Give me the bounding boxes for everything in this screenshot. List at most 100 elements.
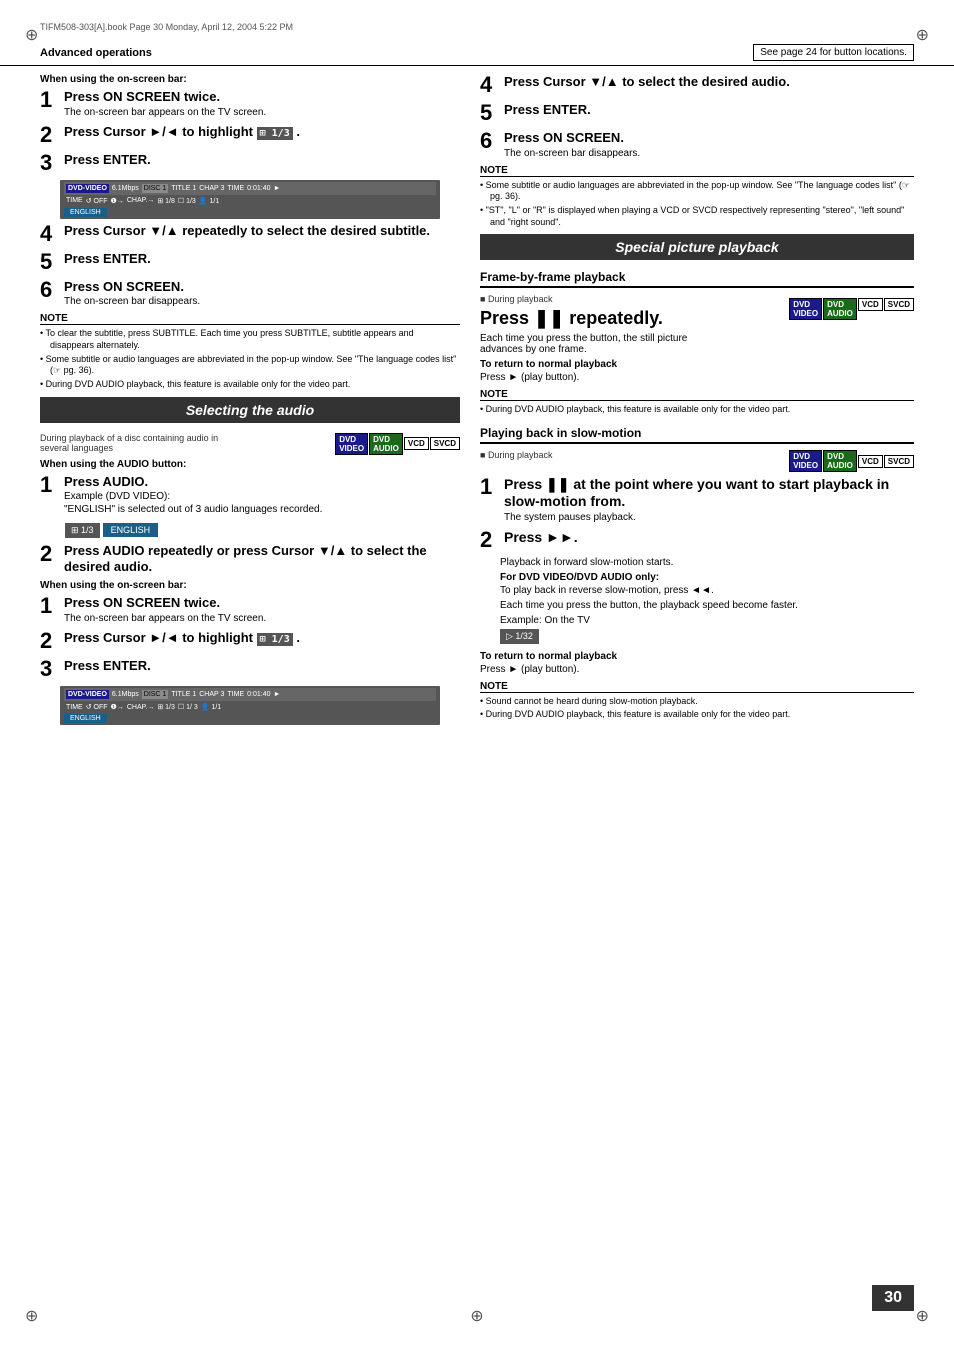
os2-step-3: 3 Press ENTER. (40, 658, 460, 680)
section-title: Advanced operations (40, 47, 152, 59)
subtitle-step-4: 4 Press Cursor ▼/▲ repeatedly to select … (40, 223, 460, 245)
right-step6-title: Press ON SCREEN. (504, 130, 914, 146)
page-ref: See page 24 for button locations. (753, 44, 914, 61)
frame-by-frame-title: Frame-by-frame playback (480, 270, 914, 288)
english-highlight-1: ENGLISH (64, 208, 107, 217)
audio-step1-desc: Example (DVD VIDEO): (64, 491, 460, 502)
audio-step-1: 1 Press AUDIO. Example (DVD VIDEO): "ENG… (40, 474, 460, 516)
subtitle-note-box: NOTE To clear the subtitle, press SUBTIT… (40, 313, 460, 390)
step-number-1: 1 (40, 89, 60, 111)
english-label: ENGLISH (103, 523, 159, 537)
slow-badge-vcd: VCD (858, 455, 883, 468)
special-playback-title: Special picture playback (480, 234, 914, 260)
corner-mark-bl: ⊕ (25, 1306, 38, 1326)
step4-title: Press Cursor ▼/▲ repeatedly to select th… (64, 223, 460, 239)
slow-step2-title: Press ►►. (504, 529, 914, 546)
step-number-2: 2 (40, 124, 60, 146)
step1-desc: The on-screen bar appears on the TV scre… (64, 107, 460, 118)
right-step4-title: Press Cursor ▼/▲ to select the desired a… (504, 74, 914, 90)
fbf-step-title: Press ❚❚ repeatedly. (480, 308, 700, 329)
audio-during-row: During playback of a disc containing aud… (40, 433, 460, 455)
slow-note-item-2: During DVD AUDIO playback, this feature … (480, 709, 914, 721)
slow-badge-dvd-video: DVDVIDEO (789, 450, 822, 472)
slow-during-label: ■ During playback (480, 450, 552, 460)
slow-step2-note-desc: To play back in reverse slow-motion, pre… (500, 585, 914, 596)
right-note-item-1: Some subtitle or audio languages are abb… (480, 180, 914, 203)
right-step-4: 4 Press Cursor ▼/▲ to select the desired… (480, 74, 914, 96)
dvd-screen-1: DVD-VIDEO 6.1Mbps DISC 1 TITLE 1 CHAP 3 … (60, 180, 440, 219)
right-step-5: 5 Press ENTER. (480, 102, 914, 124)
audio-step-num-1: 1 (40, 474, 60, 496)
slow-step-2: 2 Press ►►. (480, 529, 914, 551)
file-info: TIFM508-303[A].book Page 30 Monday, Apri… (0, 20, 954, 34)
fbf-badge-vcd: VCD (858, 298, 883, 311)
os2-step3-title: Press ENTER. (64, 658, 460, 674)
os2-step2-title: Press Cursor ►/◄ to highlight ⊞ 1/3 . (64, 630, 460, 646)
right-column: 4 Press Cursor ▼/▲ to select the desired… (480, 74, 914, 729)
when-using-audio-label: When using the AUDIO button: (40, 459, 460, 470)
slow-note-box: NOTE Sound cannot be heard during slow-m… (480, 681, 914, 721)
slow-return-desc: Press ► (play button). (480, 664, 914, 675)
audio-format-badges: DVDVIDEO DVDAUDIO VCD SVCD (335, 433, 460, 455)
slow-step1-desc: The system pauses playback. (504, 512, 914, 523)
os2-step-2: 2 Press Cursor ►/◄ to highlight ⊞ 1/3 . (40, 630, 460, 652)
fbf-during-row: ■ During playback Press ❚❚ repeatedly. E… (480, 294, 914, 355)
slow-step2-note-label: For DVD VIDEO/DVD AUDIO only: (500, 572, 914, 583)
slow-format-badges: DVDVIDEO DVDAUDIO VCD SVCD (789, 450, 914, 472)
right-note-title: NOTE (480, 165, 914, 177)
slow-step-1: 1 Press ❚❚ at the point where you want t… (480, 476, 914, 523)
os2-step-num-1: 1 (40, 595, 60, 617)
cd-display-area: ⊞ 1/3 ENGLISH (65, 521, 435, 539)
subtitle-step-1: 1 Press ON SCREEN twice. The on-screen b… (40, 89, 460, 118)
fbf-badge-dvd-video: DVDVIDEO (789, 298, 822, 320)
corner-mark-tl: ⊕ (25, 25, 38, 45)
fbf-return-desc: Press ► (play button). (480, 372, 914, 383)
os2-step1-desc: The on-screen bar appears on the TV scre… (64, 613, 460, 624)
corner-mark-bm: ⊕ (470, 1306, 483, 1326)
slow-step2-details: Playback in forward slow-motion starts. … (480, 557, 914, 647)
audio-during-label: During playback of a disc containing aud… (40, 433, 240, 453)
slow-badge-svcd: SVCD (884, 455, 914, 468)
os2-step2-highlight: ⊞ 1/3 (257, 633, 293, 646)
step1-title: Press ON SCREEN twice. (64, 89, 460, 105)
badge-dvd-video: DVDVIDEO (335, 433, 368, 455)
slow-step2-desc1: Playback in forward slow-motion starts. (500, 557, 914, 568)
audio-step2-title: Press AUDIO repeatedly or press Cursor ▼… (64, 543, 460, 574)
corner-mark-br: ⊕ (916, 1306, 929, 1326)
audio-step1-desc2: "ENGLISH" is selected out of 3 audio lan… (64, 504, 460, 515)
cd-display: ⊞ 1/3 (65, 523, 100, 538)
slow-tv-display: ▷ 1/32 (500, 629, 539, 644)
page-number: 30 (872, 1285, 914, 1311)
right-step-num-6: 6 (480, 130, 500, 152)
right-step-num-5: 5 (480, 102, 500, 124)
os2-step1-title: Press ON SCREEN twice. (64, 595, 460, 611)
fbf-note-title: NOTE (480, 389, 914, 401)
slow-motion-title: Playing back in slow-motion (480, 426, 914, 444)
note-item-1-2: Some subtitle or audio languages are abb… (40, 354, 460, 377)
right-step6-desc: The on-screen bar disappears. (504, 148, 914, 159)
step2-highlight: ⊞ 1/3 (257, 127, 293, 140)
step5-title: Press ENTER. (64, 251, 460, 267)
subtitle-step-3: 3 Press ENTER. (40, 152, 460, 174)
right-note-box: NOTE Some subtitle or audio languages ar… (480, 165, 914, 229)
os2-step-num-2: 2 (40, 630, 60, 652)
when-using-onscreen-label-1: When using the on-screen bar: (40, 74, 460, 85)
step2-title: Press Cursor ►/◄ to highlight ⊞ 1/3 . (64, 124, 460, 140)
slow-note-title: NOTE (480, 681, 914, 693)
note-item-1-1: To clear the subtitle, press SUBTITLE. E… (40, 328, 460, 351)
step-number-4: 4 (40, 223, 60, 245)
header-bar: Advanced operations See page 24 for butt… (0, 40, 954, 66)
fbf-badge-svcd: SVCD (884, 298, 914, 311)
step-number-6: 6 (40, 279, 60, 301)
badge-vcd: VCD (404, 437, 429, 450)
english-highlight-2: ENGLISH (64, 714, 107, 723)
right-note-item-2: "ST", "L" or "R" is displayed when playi… (480, 205, 914, 228)
right-step-num-4: 4 (480, 74, 500, 96)
step-number-3: 3 (40, 152, 60, 174)
slow-return-title: To return to normal playback (480, 651, 914, 662)
slow-note-item-1: Sound cannot be heard during slow-motion… (480, 696, 914, 708)
corner-mark-tr: ⊕ (916, 25, 929, 45)
fbf-return-title: To return to normal playback (480, 359, 914, 370)
slow-step2-desc2: Each time you press the button, the play… (500, 600, 914, 611)
subtitle-step-2: 2 Press Cursor ►/◄ to highlight ⊞ 1/3 . (40, 124, 460, 146)
